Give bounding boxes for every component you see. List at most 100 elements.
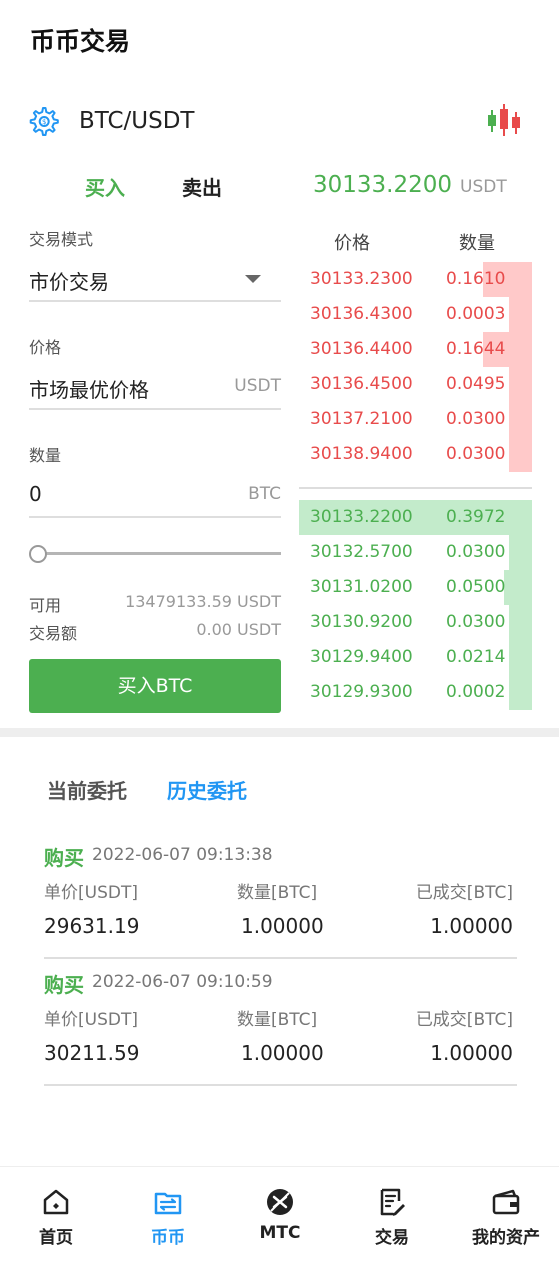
quantity-value: 0 xyxy=(29,482,42,506)
bid-row[interactable]: 30132.5700 0.0300 xyxy=(299,535,532,570)
orderbook-price-header: 价格 xyxy=(334,233,370,254)
bid-depth-bar xyxy=(504,570,532,605)
bid-row[interactable]: 30130.9200 0.0300 xyxy=(299,605,532,640)
ask-price: 30137.2100 xyxy=(310,409,413,429)
ask-row[interactable]: 30133.2300 0.1610 xyxy=(299,262,532,297)
nav-home-label: 首页 xyxy=(39,1228,73,1248)
order-filled-header: 已成交[BTC] xyxy=(415,1010,513,1030)
bid-price: 30130.9200 xyxy=(310,612,413,632)
bid-qty: 0.0300 xyxy=(446,612,506,632)
pair-header: $ BTC/USDT xyxy=(0,98,559,148)
amount-slider[interactable] xyxy=(29,544,281,564)
ask-row[interactable]: 30136.4300 0.0003 xyxy=(299,297,532,332)
last-price: 30133.2200 USDT xyxy=(313,172,507,198)
trade-document-icon xyxy=(380,1188,405,1216)
bid-row[interactable]: 30133.2200 0.3972 xyxy=(299,500,532,535)
trade-mode-label: 交易模式 xyxy=(29,230,94,249)
ask-depth-bar xyxy=(508,367,532,402)
order-filled: 1.00000 xyxy=(430,914,513,938)
order-price: 30211.59 xyxy=(44,1041,140,1065)
wallet-icon xyxy=(492,1189,520,1215)
bid-depth-bar xyxy=(508,640,532,675)
trade-amount-value: 0.00 USDT xyxy=(196,620,281,639)
bid-price: 30129.9400 xyxy=(310,647,413,667)
available-label: 可用 xyxy=(29,596,62,615)
trade-amount-label: 交易额 xyxy=(29,624,78,643)
bid-qty: 0.0002 xyxy=(446,682,506,702)
ask-qty: 0.0300 xyxy=(446,444,506,464)
nav-assets[interactable]: 我的资产 xyxy=(461,1187,551,1248)
ask-depth-bar xyxy=(508,437,532,472)
quantity-label: 数量 xyxy=(29,446,62,465)
bid-price: 30132.5700 xyxy=(310,542,413,562)
exchange-icon xyxy=(154,1192,182,1215)
quantity-input[interactable]: 0 BTC xyxy=(29,474,281,518)
ask-qty: 0.0003 xyxy=(446,304,506,324)
bid-price: 30133.2200 xyxy=(310,507,413,527)
orderbook-divider xyxy=(299,487,532,489)
ask-row[interactable]: 30138.9400 0.0300 xyxy=(299,437,532,472)
gear-icon[interactable]: $ xyxy=(27,105,59,137)
trade-mode-value: 市价交易 xyxy=(29,270,109,294)
nav-mtc[interactable]: MTC xyxy=(235,1187,325,1243)
ask-price: 30133.2300 xyxy=(310,269,413,289)
order-qty-header: 数量[BTC] xyxy=(237,883,318,903)
last-price-value: 30133.2200 xyxy=(313,172,453,198)
ask-row[interactable]: 30137.2100 0.0300 xyxy=(299,402,532,437)
bid-depth-bar xyxy=(508,535,532,570)
ask-row[interactable]: 30136.4400 0.1644 xyxy=(299,332,532,367)
price-input[interactable]: 市场最优价格 USDT xyxy=(29,366,281,410)
order-price: 29631.19 xyxy=(44,914,140,938)
order-side: 购买 xyxy=(44,973,84,997)
ask-qty: 0.0300 xyxy=(446,409,506,429)
page-title: 币币交易 xyxy=(30,27,131,56)
ask-row[interactable]: 30136.4500 0.0495 xyxy=(299,367,532,402)
nav-trade[interactable]: 交易 xyxy=(347,1187,437,1248)
tab-sell[interactable]: 卖出 xyxy=(182,172,222,201)
nav-exchange[interactable]: 币币 xyxy=(123,1187,213,1248)
order-price-header: 单价[USDT] xyxy=(44,1010,138,1030)
order-filled: 1.00000 xyxy=(430,1041,513,1065)
ask-price: 30138.9400 xyxy=(310,444,413,464)
order-time: 2022-06-07 09:10:59 xyxy=(92,972,273,992)
order-time: 2022-06-07 09:13:38 xyxy=(92,845,273,865)
price-unit: USDT xyxy=(234,376,281,396)
nav-mtc-label: MTC xyxy=(259,1223,301,1243)
tab-current-orders[interactable]: 当前委托 xyxy=(47,775,127,804)
svg-text:$: $ xyxy=(42,118,46,126)
bid-qty: 0.0500 xyxy=(446,577,506,597)
tab-buy[interactable]: 买入 xyxy=(85,172,125,201)
ask-price: 30136.4500 xyxy=(310,374,413,394)
ask-qty: 0.1610 xyxy=(446,269,506,289)
chevron-down-icon xyxy=(245,275,261,283)
order-price-header: 单价[USDT] xyxy=(44,883,138,903)
slider-track xyxy=(37,552,281,555)
bottom-nav: 首页 币币 MTC 交易 我的资产 xyxy=(0,1166,559,1271)
price-value: 市场最优价格 xyxy=(29,378,149,402)
trade-mode-select[interactable]: 市价交易 xyxy=(29,258,281,302)
available-value: 13479133.59 USDT xyxy=(125,592,281,611)
nav-home[interactable]: 首页 xyxy=(11,1187,101,1248)
bid-depth-bar xyxy=(508,675,532,710)
nav-assets-label: 我的资产 xyxy=(472,1228,540,1248)
last-price-unit: USDT xyxy=(460,177,507,197)
candlestick-icon[interactable] xyxy=(486,102,522,138)
tab-history-orders[interactable]: 历史委托 xyxy=(167,775,247,804)
nav-exchange-label: 币币 xyxy=(151,1228,185,1248)
order-qty: 1.00000 xyxy=(241,914,324,938)
bid-qty: 0.0300 xyxy=(446,542,506,562)
bid-row[interactable]: 30131.0200 0.0500 xyxy=(299,570,532,605)
order-qty-header: 数量[BTC] xyxy=(237,1010,318,1030)
ask-depth-bar xyxy=(508,297,532,332)
bid-qty: 0.3972 xyxy=(446,507,506,527)
order-item: 购买 2022-06-07 09:10:59 单价[USDT] 数量[BTC] … xyxy=(44,969,517,1086)
buy-btc-button[interactable]: 买入BTC xyxy=(29,659,281,713)
bid-row[interactable]: 30129.9400 0.0214 xyxy=(299,640,532,675)
quantity-unit: BTC xyxy=(248,484,281,504)
ask-qty: 0.1644 xyxy=(446,339,506,359)
bid-row[interactable]: 30129.9300 0.0002 xyxy=(299,675,532,710)
slider-thumb[interactable] xyxy=(29,545,47,563)
pair-name[interactable]: BTC/USDT xyxy=(79,108,194,134)
bid-depth-bar xyxy=(508,605,532,640)
section-separator xyxy=(0,728,559,737)
